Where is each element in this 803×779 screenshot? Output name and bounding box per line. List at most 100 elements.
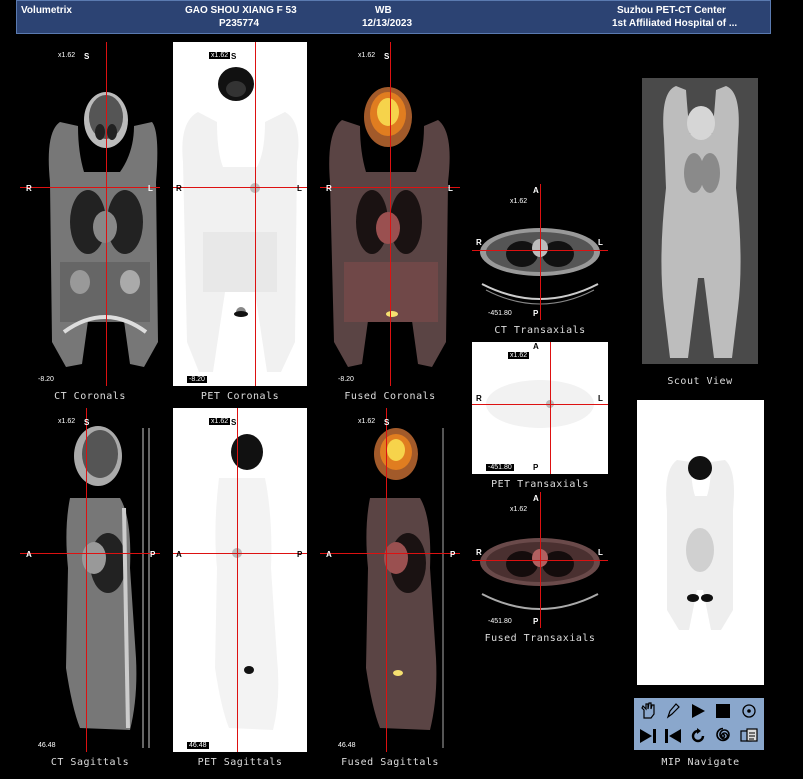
slice-position: 46.48 bbox=[38, 742, 56, 749]
crosshair-horizontal[interactable] bbox=[320, 553, 460, 554]
ct-coronal-image bbox=[48, 92, 158, 367]
orientation-top: A bbox=[533, 342, 539, 351]
slice-position: -8.20 bbox=[38, 376, 54, 383]
orientation-left: R bbox=[26, 184, 32, 193]
fused-transaxials-caption: Fused Transaxials bbox=[484, 633, 596, 644]
fused-transaxial-viewport[interactable]: A x1.62 R L -451.80 P bbox=[472, 492, 608, 628]
orientation-top: A bbox=[533, 494, 539, 503]
orientation-right: L bbox=[598, 394, 603, 403]
crosshair-horizontal[interactable] bbox=[173, 553, 307, 554]
slice-position: -451.80 bbox=[488, 618, 512, 625]
slice-position: 46.48 bbox=[187, 742, 209, 749]
app-name: Volumetrix bbox=[21, 5, 72, 16]
crosshair-vertical[interactable] bbox=[237, 408, 238, 752]
crosshair-vertical[interactable] bbox=[540, 184, 541, 320]
slice-position: -451.80 bbox=[488, 310, 512, 317]
pet-sagittal-viewport[interactable]: x1.62 S A P 46.48 bbox=[173, 408, 307, 752]
orientation-right: L bbox=[598, 548, 603, 557]
slice-position: -8.20 bbox=[338, 376, 354, 383]
crosshair-vertical[interactable] bbox=[255, 42, 256, 386]
step-back-icon[interactable] bbox=[662, 725, 684, 747]
hospital-name: 1st Affiliated Hospital of ... bbox=[612, 18, 738, 29]
orientation-left: R bbox=[176, 184, 182, 193]
crosshair-horizontal[interactable] bbox=[472, 404, 608, 405]
slice-position: -451.80 bbox=[486, 464, 514, 471]
crosshair-vertical[interactable] bbox=[386, 408, 387, 752]
crosshair-vertical[interactable] bbox=[550, 342, 551, 474]
orientation-right: L bbox=[148, 184, 153, 193]
orientation-right: P bbox=[297, 550, 303, 559]
step-forward-icon[interactable] bbox=[637, 725, 659, 747]
play-icon[interactable] bbox=[687, 700, 709, 722]
fused-sagittal-image bbox=[366, 428, 444, 748]
orientation-left: A bbox=[176, 550, 182, 559]
target-icon[interactable] bbox=[738, 700, 760, 722]
export-icon[interactable] bbox=[738, 725, 760, 747]
orientation-top: S bbox=[84, 52, 90, 61]
orientation-right: L bbox=[448, 184, 453, 193]
pet-transaxials-caption: PET Transaxials bbox=[491, 479, 589, 490]
ct-transaxial-viewport[interactable]: A x1.62 R L -451.80 P bbox=[472, 184, 608, 320]
orientation-top: S bbox=[231, 52, 237, 61]
slice-position: -8.20 bbox=[187, 376, 207, 383]
orientation-top: S bbox=[384, 52, 390, 61]
ct-coronal-viewport[interactable]: x1.62 S R L -8.20 bbox=[20, 42, 160, 386]
zoom-label: x1.62 bbox=[358, 418, 376, 425]
orientation-right: L bbox=[598, 238, 603, 247]
crosshair-horizontal[interactable] bbox=[320, 187, 460, 188]
ct-sagittal-image bbox=[66, 426, 150, 748]
orientation-top: S bbox=[384, 418, 390, 427]
zoom-label: x1.62 bbox=[209, 418, 231, 425]
crosshair-horizontal[interactable] bbox=[173, 187, 307, 188]
orientation-top: S bbox=[231, 418, 237, 427]
patient-id: P235774 bbox=[219, 18, 260, 29]
pencil-icon[interactable] bbox=[662, 700, 684, 722]
hand-cursor-icon[interactable] bbox=[637, 700, 659, 722]
fused-coronal-viewport[interactable]: x1.62 S R L -8.20 bbox=[320, 42, 460, 386]
fused-sagittal-viewport[interactable]: x1.62 S A P 46.48 bbox=[320, 408, 460, 752]
mip-toolbar bbox=[634, 698, 764, 750]
crosshair-horizontal[interactable] bbox=[472, 560, 608, 561]
zoom-label: x1.62 bbox=[510, 198, 528, 205]
patient-name: GAO SHOU XIANG F 53 bbox=[185, 5, 297, 16]
orientation-right: P bbox=[150, 550, 156, 559]
orientation-left: R bbox=[476, 394, 482, 403]
zoom-label: x1.62 bbox=[209, 52, 231, 59]
ct-sagittal-viewport[interactable]: x1.62 S A P 46.48 bbox=[20, 408, 160, 752]
patient-header: Volumetrix GAO SHOU XIANG F 53 P235774 W… bbox=[16, 0, 771, 34]
crosshair-vertical[interactable] bbox=[86, 408, 87, 752]
ct-sagittals-caption: CT Sagittals bbox=[50, 757, 130, 768]
scout-image bbox=[642, 78, 758, 364]
fused-sagittals-caption: Fused Sagittals bbox=[341, 757, 439, 768]
orientation-left: R bbox=[476, 238, 482, 247]
scout-viewport[interactable] bbox=[642, 78, 758, 364]
crosshair-vertical[interactable] bbox=[390, 42, 391, 386]
stop-icon[interactable] bbox=[712, 700, 734, 722]
ct-coronals-caption: CT Coronals bbox=[54, 391, 126, 402]
zoom-label: x1.62 bbox=[58, 52, 76, 59]
zoom-label: x1.62 bbox=[58, 418, 76, 425]
center-name: Suzhou PET-CT Center bbox=[617, 5, 726, 16]
rotate-icon[interactable] bbox=[687, 725, 709, 747]
crosshair-horizontal[interactable] bbox=[20, 187, 160, 188]
spiral-icon[interactable] bbox=[712, 725, 734, 747]
pet-transaxial-viewport[interactable]: A x1.62 R L -451.80 P bbox=[472, 342, 608, 474]
orientation-top: A bbox=[533, 186, 539, 195]
orientation-left: R bbox=[476, 548, 482, 557]
orientation-left: A bbox=[326, 550, 332, 559]
pet-transaxial-image bbox=[486, 380, 594, 428]
orientation-bottom: P bbox=[533, 309, 539, 318]
mip-viewport[interactable] bbox=[637, 400, 764, 685]
crosshair-horizontal[interactable] bbox=[20, 553, 160, 554]
pet-coronal-viewport[interactable]: x1.62 S R L -8.20 bbox=[173, 42, 307, 386]
orientation-bottom: P bbox=[533, 463, 539, 472]
pet-coronals-caption: PET Coronals bbox=[200, 391, 280, 402]
fused-coronals-caption: Fused Coronals bbox=[344, 391, 436, 402]
pet-coronal-image bbox=[182, 67, 299, 372]
pet-sagittals-caption: PET Sagittals bbox=[197, 757, 283, 768]
orientation-left: A bbox=[26, 550, 32, 559]
orientation-right: L bbox=[297, 184, 302, 193]
crosshair-vertical[interactable] bbox=[106, 42, 107, 386]
study-type: WB bbox=[375, 5, 392, 16]
crosshair-horizontal[interactable] bbox=[472, 250, 608, 251]
